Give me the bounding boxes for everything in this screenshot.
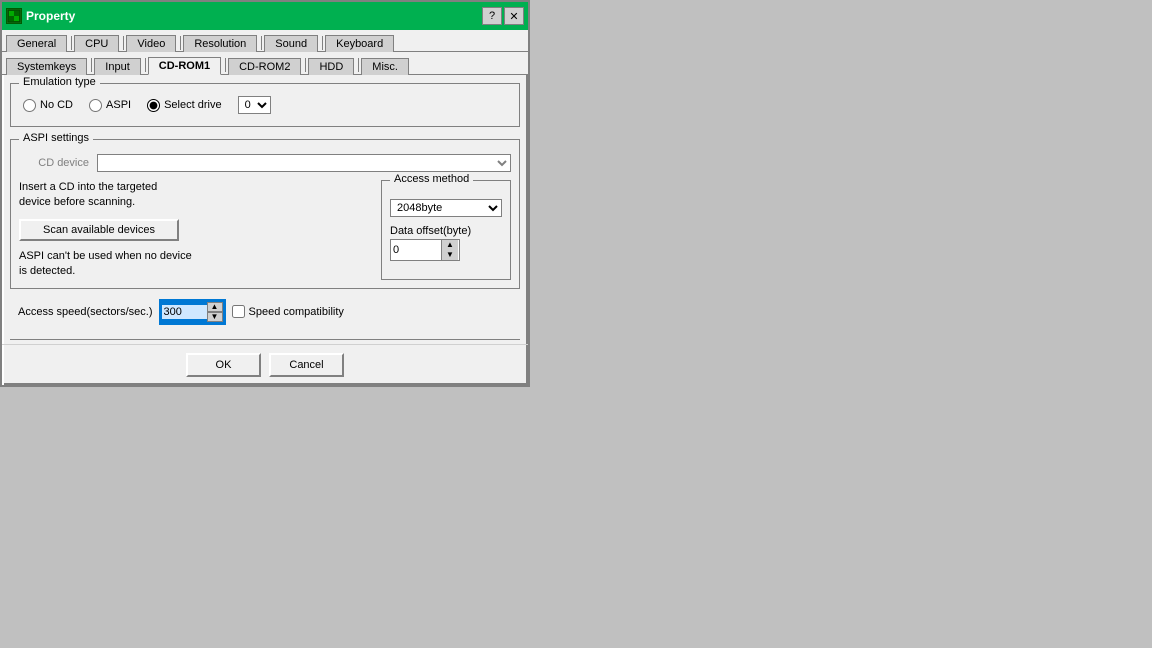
no-cd-option[interactable]: No CD bbox=[23, 99, 73, 112]
access-speed-label: Access speed(sectors/sec.) bbox=[18, 306, 153, 318]
tab-cdrom2[interactable]: CD-ROM2 bbox=[228, 58, 301, 75]
aspi-option[interactable]: ASPI bbox=[89, 99, 131, 112]
aspi-main: Insert a CD into the targeteddevice befo… bbox=[19, 180, 511, 280]
cd-device-label: CD device bbox=[19, 157, 89, 169]
aspi-left: Insert a CD into the targeteddevice befo… bbox=[19, 180, 373, 280]
aspi-warning: ASPI can't be used when no deviceis dete… bbox=[19, 249, 373, 280]
aspi-label: ASPI bbox=[106, 99, 131, 111]
emulation-type-label: Emulation type bbox=[19, 76, 100, 88]
tab-input[interactable]: Input bbox=[94, 58, 140, 75]
speed-down-btn[interactable]: ▼ bbox=[207, 312, 223, 322]
speed-compatibility-checkbox[interactable] bbox=[232, 305, 245, 318]
cancel-button[interactable]: Cancel bbox=[269, 353, 344, 377]
tab-cdrom1[interactable]: CD-ROM1 bbox=[148, 57, 221, 75]
no-cd-label: No CD bbox=[40, 99, 73, 111]
tab-cpu[interactable]: CPU bbox=[74, 35, 119, 52]
aspi-settings-label: ASPI settings bbox=[19, 132, 93, 144]
data-offset-spinner: ▲ ▼ bbox=[390, 239, 460, 261]
data-offset-down[interactable]: ▼ bbox=[442, 250, 458, 260]
access-method-label: Access method bbox=[390, 173, 473, 185]
speed-compatibility-label: Speed compatibility bbox=[249, 306, 344, 318]
property-window: Property ? ✕ General CPU Video Resolutio… bbox=[0, 0, 530, 387]
insert-text: Insert a CD into the targeteddevice befo… bbox=[19, 180, 373, 211]
emulation-radio-row: No CD ASPI Select drive 0 1 2 3 bbox=[19, 88, 511, 118]
speed-up-btn[interactable]: ▲ bbox=[207, 302, 223, 312]
tab-hdd[interactable]: HDD bbox=[308, 58, 354, 75]
tab-misc[interactable]: Misc. bbox=[361, 58, 409, 75]
access-method-select[interactable]: 2048byte 2352byte 2340byte bbox=[390, 199, 502, 217]
title-bar: Property ? ✕ bbox=[2, 2, 528, 30]
data-offset-up[interactable]: ▲ bbox=[442, 240, 458, 250]
tab-general[interactable]: General bbox=[6, 35, 67, 52]
emulation-type-group: Emulation type No CD ASPI Select drive 0… bbox=[10, 83, 520, 127]
separator bbox=[10, 339, 520, 340]
tabs-row2: Systemkeys Input CD-ROM1 CD-ROM2 HDD Mis… bbox=[2, 52, 528, 75]
cd-device-select[interactable] bbox=[97, 154, 511, 172]
scan-btn[interactable]: Scan available devices bbox=[19, 219, 179, 241]
select-drive-radio[interactable] bbox=[147, 99, 160, 112]
tabs-row1: General CPU Video Resolution Sound Keybo… bbox=[2, 30, 528, 52]
cd-device-row: CD device bbox=[19, 154, 511, 172]
access-speed-input[interactable] bbox=[162, 305, 207, 319]
speed-spinner-buttons: ▲ ▼ bbox=[207, 302, 223, 322]
access-speed-spinner: ▲ ▼ bbox=[161, 301, 224, 323]
data-offset-label: Data offset(byte) bbox=[390, 225, 502, 237]
no-cd-radio[interactable] bbox=[23, 99, 36, 112]
select-drive-option[interactable]: Select drive bbox=[147, 99, 221, 112]
access-method-box: Access method 2048byte 2352byte 2340byte… bbox=[381, 180, 511, 280]
data-offset-input[interactable] bbox=[391, 243, 441, 257]
aspi-radio[interactable] bbox=[89, 99, 102, 112]
tab-keyboard[interactable]: Keyboard bbox=[325, 35, 394, 52]
aspi-settings-group: ASPI settings CD device Insert a CD into… bbox=[10, 139, 520, 289]
help-button[interactable]: ? bbox=[482, 7, 502, 25]
window-title: Property bbox=[26, 9, 482, 23]
tab-sound[interactable]: Sound bbox=[264, 35, 318, 52]
title-bar-controls: ? ✕ bbox=[482, 7, 524, 25]
select-drive-label: Select drive bbox=[164, 99, 221, 111]
tab-resolution[interactable]: Resolution bbox=[183, 35, 257, 52]
content-area: Emulation type No CD ASPI Select drive 0… bbox=[2, 75, 528, 335]
tab-systemkeys[interactable]: Systemkeys bbox=[6, 58, 87, 75]
ok-button[interactable]: OK bbox=[186, 353, 261, 377]
bottom-row: Access speed(sectors/sec.) ▲ ▼ Speed com… bbox=[10, 297, 520, 327]
speed-compatibility-option[interactable]: Speed compatibility bbox=[232, 305, 344, 318]
close-button[interactable]: ✕ bbox=[504, 7, 524, 25]
spinner-buttons: ▲ ▼ bbox=[441, 240, 458, 260]
window-icon bbox=[6, 8, 22, 24]
drive-select[interactable]: 0 1 2 3 bbox=[238, 96, 271, 114]
tab-video[interactable]: Video bbox=[126, 35, 176, 52]
dialog-buttons: OK Cancel bbox=[2, 344, 528, 385]
